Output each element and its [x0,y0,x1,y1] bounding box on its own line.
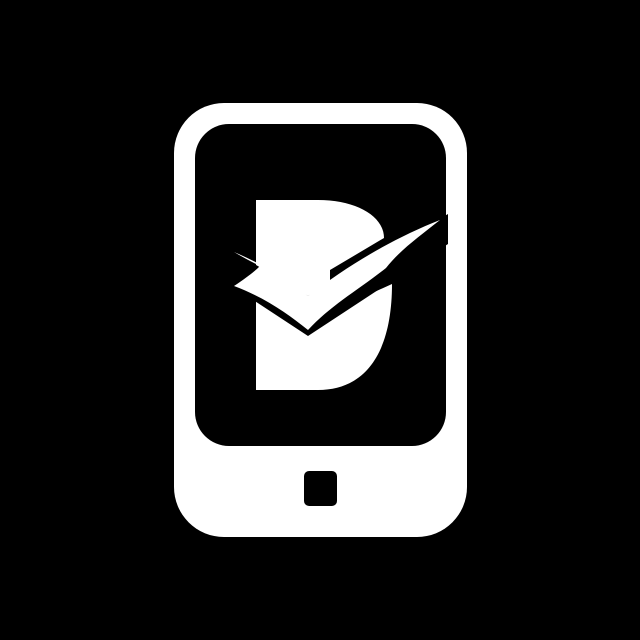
phone-home-button [304,471,337,506]
app-icon-canvas [0,0,640,640]
phone-d-checkmark-logo-icon [174,103,467,537]
